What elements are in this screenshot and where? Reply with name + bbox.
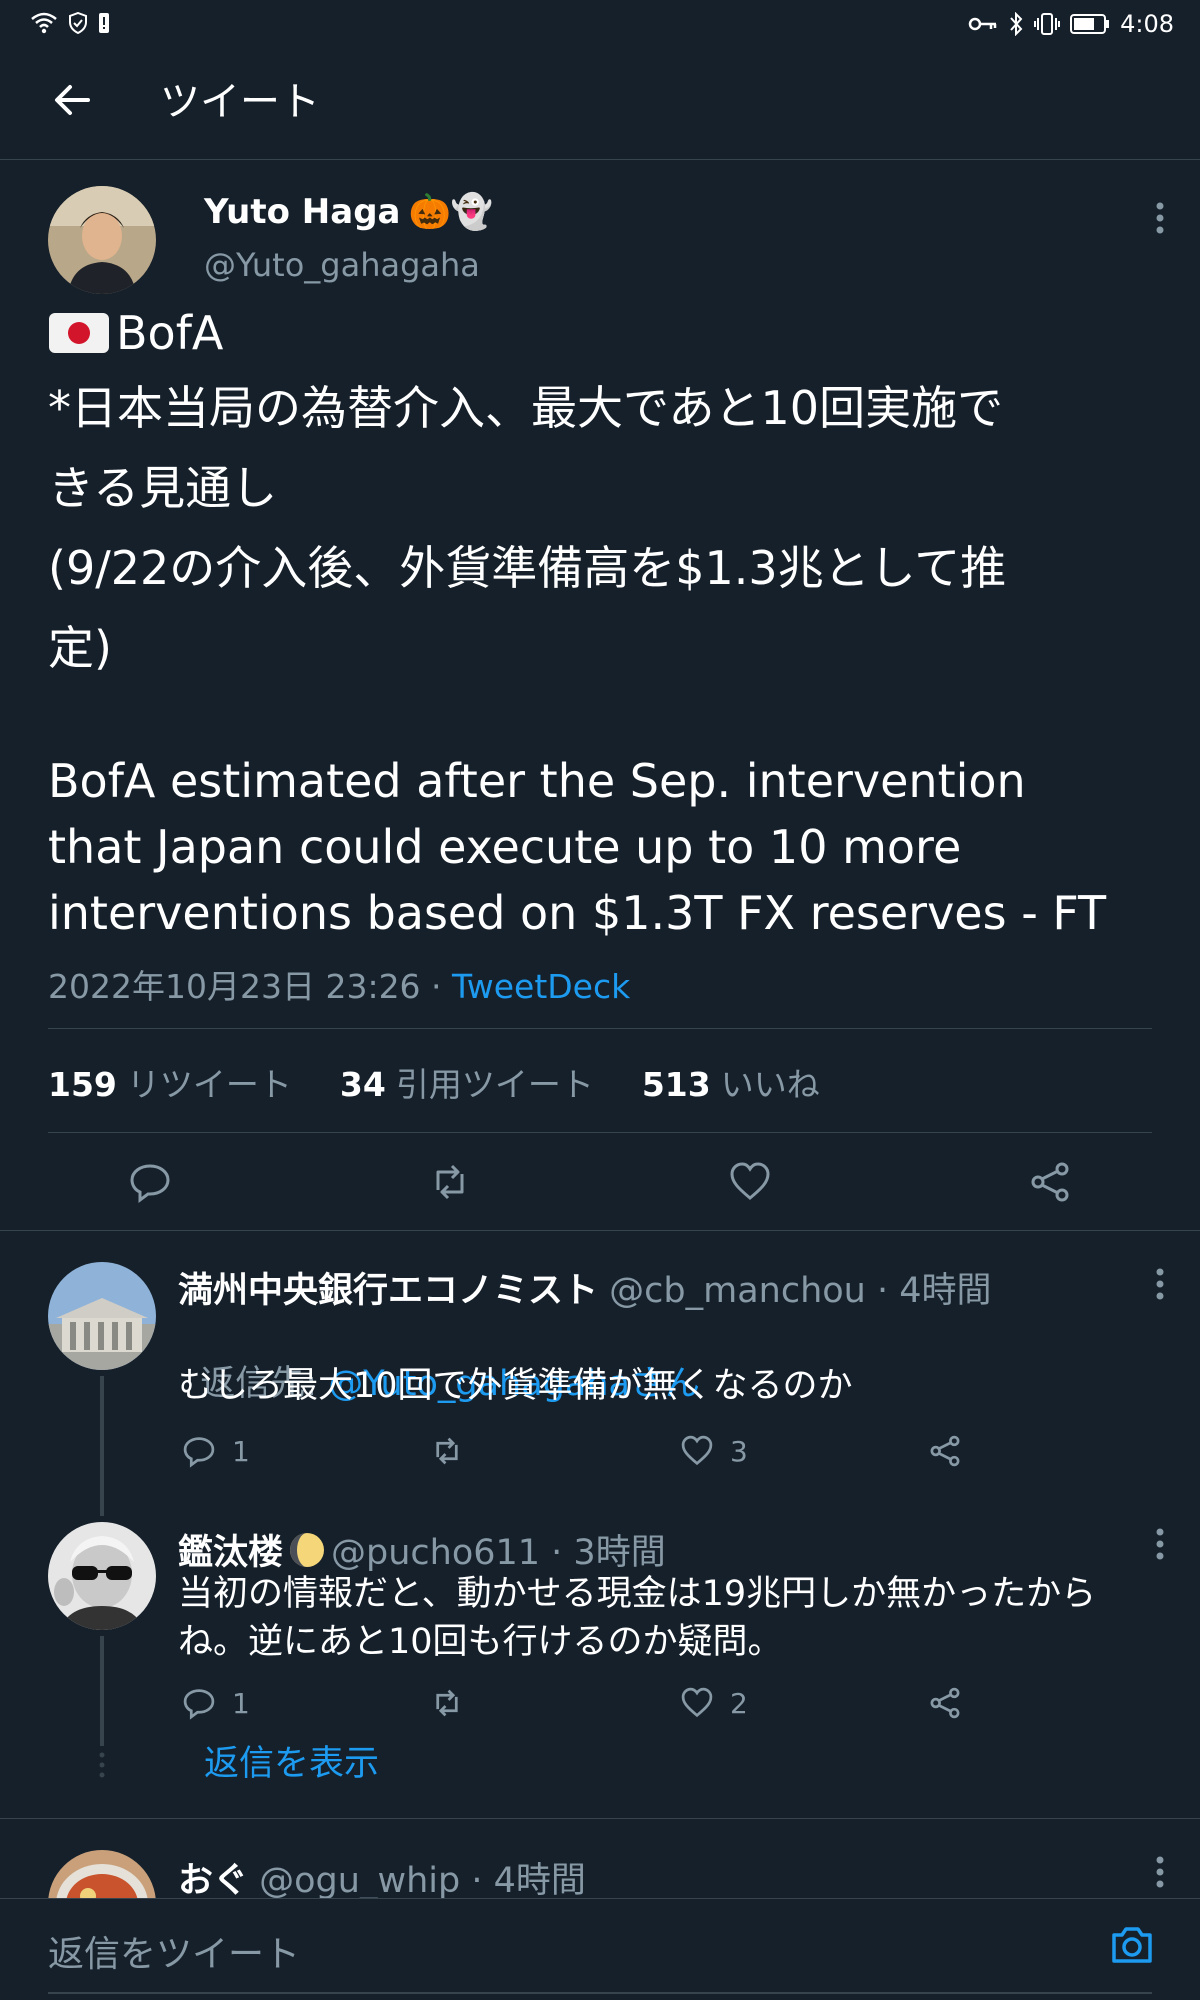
- like-icon: [681, 1687, 713, 1718]
- divider: [48, 1028, 1152, 1029]
- reply-avatar[interactable]: [48, 1522, 156, 1630]
- quotes-label: 引用ツイート: [395, 1065, 594, 1104]
- page-title: ツイート: [160, 79, 320, 125]
- like-icon: [681, 1435, 713, 1466]
- reply-text: 当初の情報だと、動かせる現金は19兆円しか無かったから ね。逆にあと10回も行け…: [178, 1574, 1097, 1662]
- reply-header: おぐ @ogu_whip · 4時間: [178, 1852, 586, 1903]
- status-icons-right: 4:08: [968, 10, 1174, 38]
- divider: [0, 1818, 1200, 1819]
- more-options-icon[interactable]: [1150, 198, 1170, 238]
- tweet-source-link[interactable]: TweetDeck: [452, 967, 630, 1006]
- reply-button[interactable]: 1: [182, 1686, 250, 1720]
- quotes-count: 34: [339, 1065, 386, 1104]
- reply-handle-time[interactable]: @cb_manchou · 4時間: [598, 1271, 991, 1311]
- author-handle[interactable]: @Yuto_gahagaha: [204, 246, 480, 284]
- retweets-count: 159: [48, 1065, 117, 1104]
- reply-header: 満州中央銀行エコノミスト @cb_manchou · 4時間: [178, 1262, 992, 1313]
- share-button[interactable]: [928, 1434, 962, 1468]
- status-icons-left: [30, 12, 110, 34]
- more-options-icon[interactable]: [1150, 1852, 1170, 1892]
- wifi-icon: [31, 12, 57, 34]
- vibrate-icon: [1034, 13, 1061, 35]
- key-icon: [968, 17, 997, 31]
- share-icon: [930, 1435, 960, 1467]
- like-count: 2: [730, 1686, 748, 1720]
- likes-stat[interactable]: 513 いいね: [642, 1058, 820, 1106]
- thread-line: [100, 1376, 104, 1516]
- reply-text: むしろ最大10回で外貨準備が無くなるのか: [178, 1366, 853, 1406]
- reply-author-name[interactable]: 鑑汰楼: [178, 1524, 283, 1575]
- retweets-label: リツイート: [126, 1065, 292, 1104]
- reply-count: 1: [232, 1434, 250, 1468]
- shield-icon: [69, 12, 87, 34]
- camera-icon[interactable]: [1108, 1921, 1156, 1969]
- avatar-photo: [48, 1262, 156, 1370]
- retweet-icon: [436, 1437, 458, 1465]
- tweet-text-en: BofA estimated after the Sep. interventi…: [48, 754, 1107, 940]
- reply-count: 1: [232, 1686, 250, 1720]
- header: ツイート: [0, 48, 1200, 160]
- tweet-actions: [0, 1160, 1200, 1204]
- like-button[interactable]: 2: [680, 1686, 748, 1720]
- author-name-text: Yuto Haga: [204, 192, 401, 232]
- reply-header: 鑑汰楼 @pucho611 · 3時間: [178, 1524, 666, 1575]
- like-icon[interactable]: [728, 1160, 772, 1204]
- author-name[interactable]: Yuto Haga 🎃👻: [204, 192, 493, 232]
- battery-icon: [1070, 14, 1110, 34]
- reply-author-name[interactable]: おぐ: [178, 1861, 248, 1901]
- share-icon[interactable]: [1028, 1160, 1072, 1204]
- share-button[interactable]: [928, 1686, 962, 1720]
- reply-handle-time[interactable]: @ogu_whip · 4時間: [248, 1861, 586, 1901]
- thread-more-dots: [99, 1752, 105, 1778]
- tweet-date: 2022年10月23日 23:26 ·: [48, 967, 453, 1006]
- show-replies-link[interactable]: 返信を表示: [204, 1740, 379, 1788]
- status-bar: 4:08: [0, 0, 1200, 48]
- retweet-button[interactable]: [430, 1434, 464, 1468]
- author-avatar[interactable]: [48, 186, 156, 294]
- tweet-text-jp: *日本当局の為替介入、最大であと10回実施で きる見通し (9/22の介入後、外…: [48, 381, 1007, 675]
- like-button[interactable]: 3: [680, 1434, 748, 1468]
- reply-icon: [183, 1437, 215, 1468]
- thread-line: [100, 1636, 104, 1746]
- like-count: 3: [730, 1434, 748, 1468]
- reply-avatar[interactable]: [48, 1262, 156, 1370]
- reply-icon: [183, 1689, 215, 1720]
- reply-button[interactable]: 1: [182, 1434, 250, 1468]
- avatar-photo: [48, 1522, 156, 1630]
- likes-label: いいね: [720, 1065, 820, 1104]
- tweet-timestamp: 2022年10月23日 23:26 · TweetDeck: [48, 960, 630, 1008]
- author-emoji: 🎃👻: [408, 192, 494, 232]
- likes-count: 513: [641, 1065, 711, 1104]
- input-underline: [48, 1992, 1152, 1994]
- more-options-icon[interactable]: [1150, 1524, 1170, 1564]
- more-options-icon[interactable]: [1150, 1264, 1170, 1304]
- back-arrow-icon[interactable]: [50, 78, 94, 122]
- clock: 4:08: [1120, 10, 1174, 38]
- reply-icon[interactable]: [128, 1160, 172, 1204]
- japan-flag-icon: [49, 313, 109, 353]
- divider: [0, 1230, 1200, 1231]
- tweet-stats: 159 リツイート 34 引用ツイート 513 いいね: [48, 1058, 820, 1106]
- quotes-stat[interactable]: 34 引用ツイート: [340, 1058, 594, 1106]
- share-icon: [930, 1687, 960, 1719]
- reply-compose-input[interactable]: 返信をツイート: [48, 1925, 300, 1977]
- divider: [48, 1132, 1152, 1133]
- tweet-first-line: BofA: [48, 306, 223, 360]
- avatar-photo: [48, 186, 156, 294]
- moon-icon: [290, 1532, 325, 1567]
- reply-handle-time[interactable]: @pucho611 · 3時間: [331, 1524, 666, 1575]
- retweet-icon: [436, 1689, 458, 1717]
- tweet-flag-text: BofA: [116, 306, 224, 360]
- retweets-stat[interactable]: 159 リツイート: [48, 1058, 292, 1106]
- retweet-button[interactable]: [430, 1686, 464, 1720]
- reply-author-name[interactable]: 満州中央銀行エコノミスト: [178, 1271, 598, 1311]
- bluetooth-icon: [1010, 12, 1023, 36]
- alert-icon: [99, 13, 109, 33]
- reply-compose-bar: 返信をツイート: [0, 1898, 1200, 2000]
- retweet-icon[interactable]: [428, 1160, 472, 1204]
